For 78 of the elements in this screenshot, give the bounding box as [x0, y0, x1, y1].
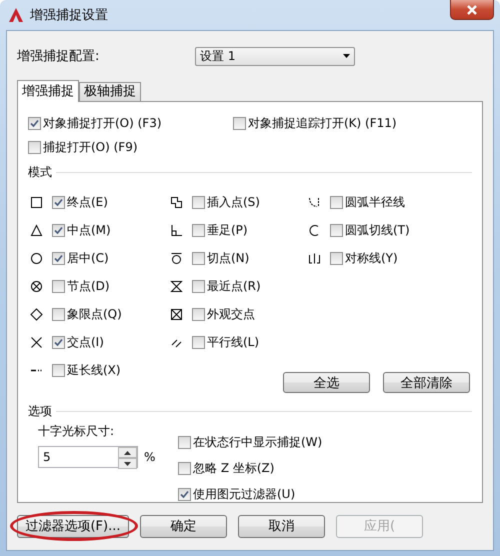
dialog-button[interactable]: 过滤器选项(F)...	[17, 514, 129, 538]
checkbox-label: 对象捕捉打开(O) (F3)	[43, 114, 162, 132]
checkbox-label: 平行线(L)	[207, 334, 260, 350]
apparent-snap-icon	[170, 308, 183, 320]
group-title: 选项	[28, 402, 52, 420]
node-snap-icon	[30, 280, 43, 292]
nearest-snap-icon	[170, 280, 183, 292]
close-button[interactable]	[450, 0, 494, 20]
checkbox[interactable]	[233, 116, 246, 130]
insertion-snap-icon	[170, 196, 183, 208]
checkbox-label: 捕捉打开(O) (F9)	[43, 138, 138, 156]
checkbox[interactable]	[52, 280, 65, 292]
checkbox[interactable]	[52, 364, 65, 376]
checkbox-label: 圆弧切线(T)	[345, 222, 410, 238]
checkbox[interactable]	[52, 336, 65, 348]
checkbox-label: 延长线(X)	[67, 362, 121, 378]
config-label: 增强捕捉配置:	[17, 48, 100, 65]
checkbox[interactable]	[192, 252, 205, 264]
checkbox[interactable]	[52, 196, 65, 208]
checkbox-label: 圆弧半径线	[345, 194, 405, 210]
diamond-snap-icon	[30, 308, 43, 320]
checkbox[interactable]	[28, 116, 41, 130]
checkbox[interactable]	[178, 488, 191, 500]
checkbox-label: 最近点(R)	[207, 278, 261, 294]
checkbox-label: 垂足(P)	[207, 222, 248, 238]
tab[interactable]: 增强捕捉	[17, 80, 79, 102]
dialog-button[interactable]: 确定	[140, 514, 227, 538]
window-title: 增强捕捉设置	[30, 7, 109, 24]
app-logo-icon	[8, 7, 24, 23]
checkbox-label: 交点(I)	[67, 334, 104, 350]
arcradius-snap-icon	[308, 196, 321, 208]
checkbox[interactable]	[192, 224, 205, 236]
checkbox-label: 象限点(Q)	[67, 306, 122, 322]
field-label: 十字光标尺寸:	[38, 423, 116, 440]
checkbox-label: 在状态行中显示捕捉(W)	[193, 434, 322, 450]
checkbox-label: 对称线(Y)	[345, 250, 398, 266]
dialog-button[interactable]: 取消	[238, 514, 325, 538]
group-title: 模式	[28, 164, 52, 180]
checkbox[interactable]	[178, 462, 191, 474]
config-dropdown[interactable]: 设置 1	[195, 46, 355, 66]
triangle-snap-icon	[30, 224, 43, 236]
unit-label: %	[144, 450, 156, 464]
checkbox[interactable]	[192, 196, 205, 208]
checkbox-label: 忽略 Z 坐标(Z)	[193, 460, 274, 476]
checkbox-label: 外观交点	[207, 306, 255, 322]
checkbox[interactable]	[28, 140, 41, 154]
checkbox-label: 使用图元过滤器(U)	[193, 486, 296, 502]
symmetric-snap-icon	[308, 252, 321, 264]
square-snap-icon	[30, 196, 43, 208]
checkbox-label: 节点(D)	[67, 278, 110, 294]
checkbox[interactable]	[330, 252, 343, 264]
checkbox[interactable]	[192, 308, 205, 320]
checkbox-label: 终点(E)	[67, 194, 108, 210]
checkbox-label: 居中(C)	[67, 250, 109, 266]
checkbox[interactable]	[192, 280, 205, 292]
close-icon	[466, 4, 478, 14]
tab[interactable]: 极轴捕捉	[79, 82, 141, 101]
checkbox-label: 中点(M)	[67, 222, 111, 238]
action-button[interactable]: 全选	[283, 372, 370, 393]
checkbox-label: 切点(N)	[207, 250, 250, 266]
checkbox[interactable]	[192, 336, 205, 348]
checkbox[interactable]	[178, 436, 191, 448]
checkbox[interactable]	[52, 252, 65, 264]
checkbox-label: 对象捕捉追踪打开(K) (F11)	[248, 114, 397, 132]
perpendicular-snap-icon	[170, 224, 183, 236]
checkbox[interactable]	[52, 224, 65, 236]
action-button[interactable]: 全部清除	[383, 372, 470, 393]
checkbox-label: 插入点(S)	[207, 194, 260, 210]
arctangent-snap-icon	[308, 224, 321, 236]
up-icon[interactable]	[118, 447, 137, 458]
down-icon[interactable]	[118, 458, 137, 469]
caret-icon	[343, 54, 350, 58]
checkbox[interactable]	[330, 224, 343, 236]
cross-snap-icon	[30, 336, 43, 348]
checkbox[interactable]	[52, 308, 65, 320]
tangent-snap-icon	[170, 252, 183, 264]
circle-snap-icon	[30, 252, 43, 264]
checkbox[interactable]	[330, 196, 343, 208]
